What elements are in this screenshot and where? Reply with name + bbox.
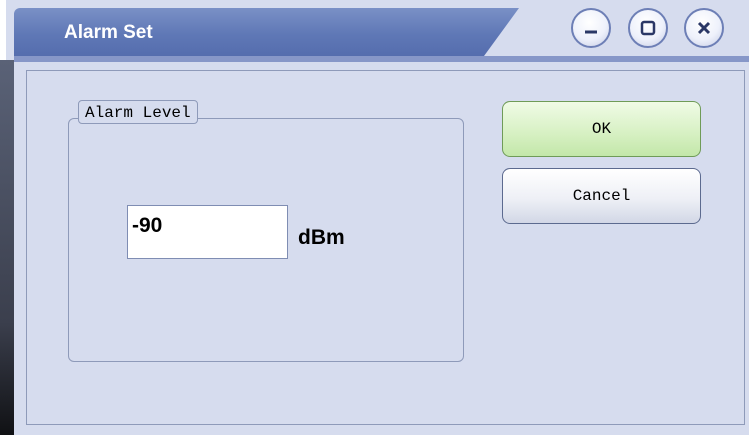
window-edge-shadow (0, 60, 14, 435)
ok-button-label: OK (591, 120, 612, 138)
alarm-level-group-label: Alarm Level (78, 100, 198, 124)
minimize-button[interactable] (571, 8, 611, 48)
window-title: Alarm Set (64, 22, 153, 43)
title-bar-strip (14, 56, 749, 62)
maximize-icon (640, 20, 656, 36)
maximize-button[interactable] (628, 8, 668, 48)
close-button[interactable] (684, 8, 724, 48)
cancel-button[interactable]: Cancel (502, 168, 701, 224)
alarm-level-input[interactable]: -90 (127, 205, 288, 259)
alarm-level-unit: dBm (298, 226, 345, 249)
cancel-button-label: Cancel (572, 187, 631, 205)
close-icon (697, 21, 711, 35)
minimize-icon (585, 30, 597, 34)
ok-button[interactable]: OK (502, 101, 701, 157)
